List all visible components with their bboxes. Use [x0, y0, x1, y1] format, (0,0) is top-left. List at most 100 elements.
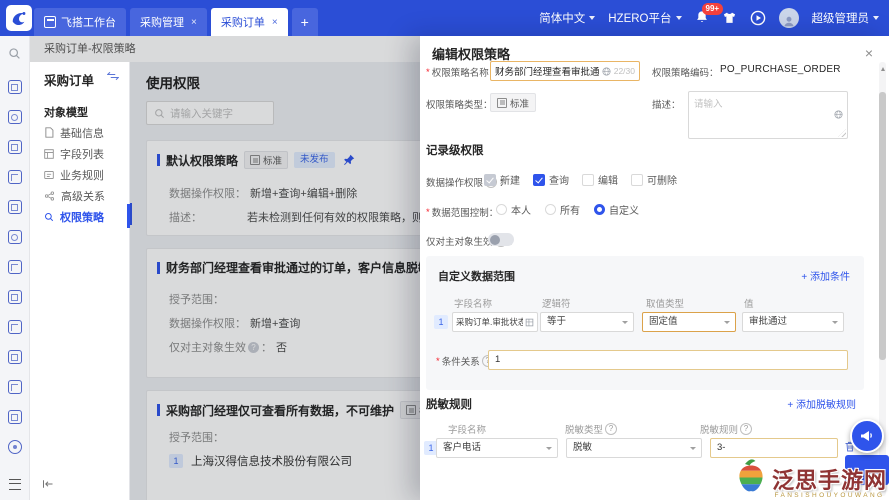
checkbox-query[interactable]: 查询 [533, 172, 569, 187]
add-masking-rule-link[interactable]: + 添加脱敏规则 [787, 396, 856, 411]
radio-icon [545, 204, 556, 215]
radio-all[interactable]: 所有 [545, 202, 580, 217]
help-icon [248, 341, 259, 353]
close-tab-icon[interactable]: × [272, 17, 278, 28]
pin-icon[interactable] [343, 154, 355, 166]
policy-code-value: PO_PURCHASE_ORDER [720, 64, 841, 75]
switch-object-icon[interactable] [106, 71, 120, 84]
chevron-down-icon [832, 321, 838, 324]
radio-custom[interactable]: 自定义 [594, 202, 639, 217]
policy-card-default[interactable]: 默认权限策略 标准 未发布 数据操作权限： 新增+查询+编辑+删除 描述： 若未检测… [146, 140, 420, 236]
data-scope-label: * 数据范围控制： [426, 206, 499, 220]
avatar[interactable] [778, 8, 799, 28]
tab-purchase-order[interactable]: 采购订单 × [210, 8, 288, 36]
checkbox-icon [631, 173, 643, 186]
sidebar-item-business-rules[interactable]: 业务规则 [30, 164, 129, 185]
table-icon [44, 148, 54, 159]
column-header: 逻辑符 [542, 299, 571, 310]
tab-workbench[interactable]: 飞搭工作台 [34, 8, 126, 36]
value-type-select[interactable]: 固定值 [642, 312, 736, 332]
scrollbar-up-arrow[interactable] [880, 67, 885, 71]
sidebar-item-field-list[interactable]: 字段列表 [30, 143, 129, 164]
card-title-bar [157, 404, 160, 416]
help-icon [740, 423, 753, 435]
panel-title: 使用权限 [146, 76, 200, 91]
masking-rule-input[interactable]: 3- [710, 438, 838, 458]
tab-label: 采购订单 [220, 17, 265, 29]
condition-field-input[interactable]: 采购订单.审批状态 [452, 312, 538, 332]
assistant-fab[interactable] [850, 419, 884, 453]
card-field-row: 数据操作权限： 新增+查询 [169, 318, 301, 330]
app-icon[interactable] [7, 410, 22, 424]
sidebar-item-permission-policy[interactable]: 权限策略 [30, 206, 129, 227]
checkbox-icon [582, 173, 594, 186]
sidebar-item-basic-info[interactable]: 基础信息 [30, 122, 129, 143]
app-icon[interactable] [7, 320, 22, 334]
app-icon[interactable] [7, 230, 22, 244]
main-object-only-toggle[interactable] [488, 233, 514, 246]
placeholder-text: 请输入 [694, 99, 723, 110]
checkbox-create[interactable]: 新建 [484, 172, 520, 187]
value-select[interactable]: 审批通过 [742, 312, 844, 332]
policy-card-title: 默认权限策略 [166, 153, 239, 168]
checkbox-icon [484, 173, 496, 186]
app-icon[interactable] [7, 170, 22, 184]
app-icon[interactable] [7, 380, 22, 394]
policy-card-finance-manager[interactable]: 财务部门经理查看审批通过的订单，客户信息脱敏 授予范围： 数据操作权限： 新增+查… [146, 248, 420, 378]
chevron-down-icon [873, 16, 879, 20]
card-field-row: 仅对主对象生效：否 [169, 339, 287, 355]
notifications-button[interactable]: 99+ [695, 2, 724, 27]
policy-name-input[interactable]: 财务部门经理查看审批通过 22/30 [490, 61, 640, 81]
row-index-badge: 1 [434, 315, 448, 329]
menu-icon[interactable] [9, 479, 21, 490]
app-icon[interactable] [7, 350, 22, 364]
help-video-button[interactable] [750, 10, 766, 26]
checkbox-edit[interactable]: 编辑 [582, 172, 618, 187]
help-icon [605, 423, 618, 435]
app-icon[interactable] [7, 260, 22, 274]
card-field-row: 授予范围： [169, 432, 224, 444]
market-button[interactable] [722, 11, 737, 25]
language-selector[interactable]: 简体中文 [539, 10, 596, 26]
app-icon[interactable] [7, 110, 22, 124]
app-rail [0, 36, 30, 500]
app-icon[interactable] [7, 290, 22, 304]
collapse-panel-icon[interactable] [42, 479, 54, 492]
person-icon [783, 16, 794, 27]
masking-field-select[interactable]: 客户电话 [436, 438, 558, 458]
section-title-masking: 脱敏规则 [426, 399, 472, 411]
resize-handle[interactable] [838, 129, 846, 137]
app-icon[interactable] [7, 80, 22, 94]
app-logo-icon[interactable] [6, 5, 32, 31]
standard-icon [250, 155, 261, 165]
platform-selector[interactable]: HZERO平台 [608, 10, 682, 26]
policy-type-tag: 标准 [490, 93, 537, 112]
edit-policy-drawer: 编辑权限策略 × *权限策略名称： 财务部门经理查看审批通过 22/30 权限策… [420, 36, 889, 500]
app-icon[interactable] [7, 140, 22, 154]
search-placeholder: 请输入关键字 [170, 107, 233, 120]
megaphone-icon [861, 431, 872, 441]
tab-purchase-management[interactable]: 采购管理 × [130, 8, 207, 36]
scrollbar-thumb[interactable] [879, 92, 886, 360]
description-textarea[interactable]: 请输入 [688, 91, 848, 139]
user-menu[interactable]: 超级管理员 [812, 10, 879, 26]
checkbox-delete[interactable]: 可删除 [631, 172, 677, 187]
operator-select[interactable]: 等于 [540, 312, 634, 332]
add-tab-button[interactable]: + [291, 8, 318, 36]
card-field-row: 描述：若未检测到任何有效的权限策略，则按本策 [169, 212, 420, 224]
keyword-search-input[interactable]: 请输入关键字 [146, 101, 274, 125]
condition-relation-input[interactable]: 1 [488, 350, 848, 370]
policy-card-purchase-manager[interactable]: 采购部门经理仅可查看所有数据，不可维护 标准 授予范围： 1 上海汉得信息技术股… [146, 390, 420, 500]
char-counter: 22/30 [613, 66, 635, 76]
app-icon[interactable] [7, 440, 22, 454]
app-icon[interactable] [7, 200, 22, 214]
close-icon[interactable]: × [865, 46, 873, 60]
sidebar-item-advanced-relations[interactable]: 高级关系 [30, 185, 129, 206]
standard-icon [497, 97, 507, 108]
close-tab-icon[interactable]: × [191, 17, 197, 28]
radio-self[interactable]: 本人 [496, 202, 531, 217]
radio-icon [594, 204, 605, 215]
add-condition-link[interactable]: + 添加条件 [801, 268, 850, 283]
masking-type-select[interactable]: 脱敏 [566, 438, 702, 458]
search-icon[interactable] [8, 47, 21, 63]
